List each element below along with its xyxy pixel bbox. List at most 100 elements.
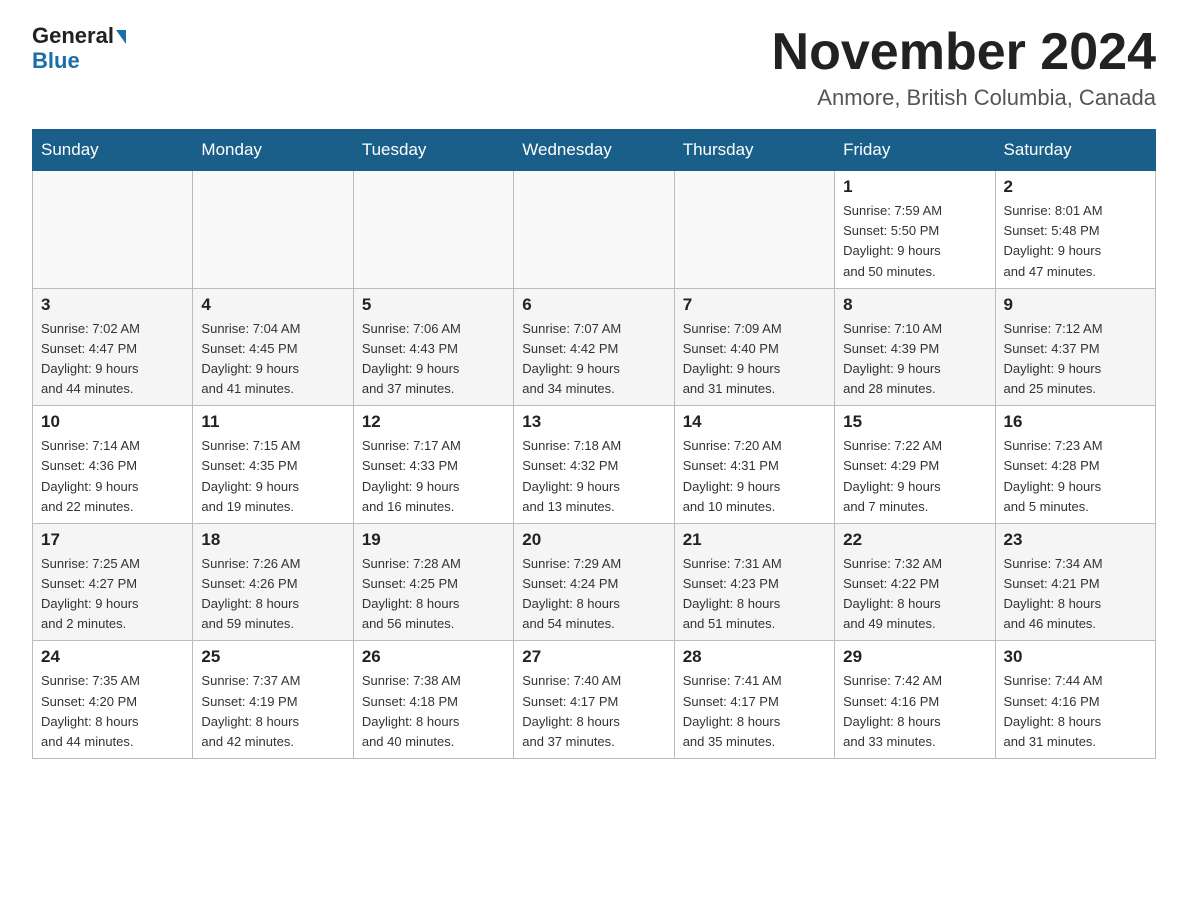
day-number: 5	[362, 295, 505, 315]
day-cell: 16Sunrise: 7:23 AM Sunset: 4:28 PM Dayli…	[995, 406, 1155, 524]
day-cell: 15Sunrise: 7:22 AM Sunset: 4:29 PM Dayli…	[835, 406, 995, 524]
day-cell: 28 Sunrise: 7:41 AM Sunset: 4:17 PM Dayli…	[674, 641, 834, 759]
logo-general: General	[32, 24, 126, 48]
day-cell: 17 Sunrise: 7:25 AM Sunset: 4:27 PM Dayli…	[33, 523, 193, 641]
col-header-friday: Friday	[835, 130, 995, 171]
main-title: November 2024	[772, 24, 1156, 81]
day-number: 21	[683, 530, 826, 550]
day-info: Sunrise: 7:07 AM Sunset: 4:42 PM Dayligh…	[522, 319, 665, 400]
day-info: Sunrise: 7:06 AM Sunset: 4:43 PM Dayligh…	[362, 319, 505, 400]
calendar-header: SundayMondayTuesdayWednesdayThursdayFrid…	[33, 130, 1156, 171]
day-info: Sunrise: 7:14 AM Sunset: 4:36 PM Dayligh…	[41, 436, 184, 517]
week-row-2: 3Sunrise: 7:02 AM Sunset: 4:47 PM Daylig…	[33, 288, 1156, 406]
day-info: Sunrise: 7:32 AM Sunset: 4:22 PM Dayligh…	[843, 554, 986, 635]
day-cell: 25 Sunrise: 7:37 AM Sunset: 4:19 PM Dayli…	[193, 641, 353, 759]
day-info: Sunrise: 7:29 AM Sunset: 4:24 PM Dayligh…	[522, 554, 665, 635]
col-header-monday: Monday	[193, 130, 353, 171]
subtitle: Anmore, British Columbia, Canada	[772, 85, 1156, 111]
day-number: 11	[201, 412, 344, 432]
day-info: Sunrise: 7:12 AM Sunset: 4:37 PM Dayligh…	[1004, 319, 1147, 400]
col-header-tuesday: Tuesday	[353, 130, 513, 171]
day-number: 23	[1004, 530, 1147, 550]
day-number: 2	[1004, 177, 1147, 197]
day-number: 13	[522, 412, 665, 432]
day-cell	[33, 171, 193, 289]
day-info: Sunrise: 7:42 AM Sunset: 4:16 PM Dayligh…	[843, 671, 986, 752]
day-number: 1	[843, 177, 986, 197]
day-number: 30	[1004, 647, 1147, 667]
day-number: 28	[683, 647, 826, 667]
day-info: Sunrise: 7:59 AM Sunset: 5:50 PM Dayligh…	[843, 201, 986, 282]
day-info: Sunrise: 7:15 AM Sunset: 4:35 PM Dayligh…	[201, 436, 344, 517]
day-cell: 14 Sunrise: 7:20 AM Sunset: 4:31 PM Dayli…	[674, 406, 834, 524]
day-info: Sunrise: 7:09 AM Sunset: 4:40 PM Dayligh…	[683, 319, 826, 400]
day-number: 27	[522, 647, 665, 667]
day-cell: 13 Sunrise: 7:18 AM Sunset: 4:32 PM Dayli…	[514, 406, 674, 524]
day-info: Sunrise: 8:01 AM Sunset: 5:48 PM Dayligh…	[1004, 201, 1147, 282]
day-cell: 18Sunrise: 7:26 AM Sunset: 4:26 PM Dayli…	[193, 523, 353, 641]
header-row: SundayMondayTuesdayWednesdayThursdayFrid…	[33, 130, 1156, 171]
day-cell: 23 Sunrise: 7:34 AM Sunset: 4:21 PM Dayli…	[995, 523, 1155, 641]
col-header-wednesday: Wednesday	[514, 130, 674, 171]
day-info: Sunrise: 7:28 AM Sunset: 4:25 PM Dayligh…	[362, 554, 505, 635]
day-cell	[674, 171, 834, 289]
week-row-5: 24Sunrise: 7:35 AM Sunset: 4:20 PM Dayli…	[33, 641, 1156, 759]
day-number: 17	[41, 530, 184, 550]
day-cell: 29 Sunrise: 7:42 AM Sunset: 4:16 PM Dayli…	[835, 641, 995, 759]
day-info: Sunrise: 7:38 AM Sunset: 4:18 PM Dayligh…	[362, 671, 505, 752]
day-cell: 7Sunrise: 7:09 AM Sunset: 4:40 PM Daylig…	[674, 288, 834, 406]
calendar-table: SundayMondayTuesdayWednesdayThursdayFrid…	[32, 129, 1156, 759]
day-cell: 19 Sunrise: 7:28 AM Sunset: 4:25 PM Dayli…	[353, 523, 513, 641]
day-number: 19	[362, 530, 505, 550]
day-number: 3	[41, 295, 184, 315]
day-cell: 10 Sunrise: 7:14 AM Sunset: 4:36 PM Dayli…	[33, 406, 193, 524]
col-header-thursday: Thursday	[674, 130, 834, 171]
day-number: 24	[41, 647, 184, 667]
day-cell: 4Sunrise: 7:04 AM Sunset: 4:45 PM Daylig…	[193, 288, 353, 406]
day-cell: 24Sunrise: 7:35 AM Sunset: 4:20 PM Dayli…	[33, 641, 193, 759]
day-number: 8	[843, 295, 986, 315]
day-number: 20	[522, 530, 665, 550]
day-info: Sunrise: 7:18 AM Sunset: 4:32 PM Dayligh…	[522, 436, 665, 517]
day-cell: 12 Sunrise: 7:17 AM Sunset: 4:33 PM Dayli…	[353, 406, 513, 524]
day-number: 26	[362, 647, 505, 667]
page-header: General Blue November 2024 Anmore, Briti…	[32, 24, 1156, 111]
day-cell: 30 Sunrise: 7:44 AM Sunset: 4:16 PM Dayli…	[995, 641, 1155, 759]
day-number: 18	[201, 530, 344, 550]
day-cell: 22Sunrise: 7:32 AM Sunset: 4:22 PM Dayli…	[835, 523, 995, 641]
col-header-saturday: Saturday	[995, 130, 1155, 171]
week-row-4: 17 Sunrise: 7:25 AM Sunset: 4:27 PM Dayli…	[33, 523, 1156, 641]
day-info: Sunrise: 7:17 AM Sunset: 4:33 PM Dayligh…	[362, 436, 505, 517]
day-number: 6	[522, 295, 665, 315]
day-cell: 1 Sunrise: 7:59 AM Sunset: 5:50 PM Daylig…	[835, 171, 995, 289]
day-number: 9	[1004, 295, 1147, 315]
day-info: Sunrise: 7:41 AM Sunset: 4:17 PM Dayligh…	[683, 671, 826, 752]
day-info: Sunrise: 7:40 AM Sunset: 4:17 PM Dayligh…	[522, 671, 665, 752]
day-info: Sunrise: 7:20 AM Sunset: 4:31 PM Dayligh…	[683, 436, 826, 517]
logo-triangle-icon	[116, 30, 126, 44]
day-cell: 2 Sunrise: 8:01 AM Sunset: 5:48 PM Daylig…	[995, 171, 1155, 289]
day-cell	[353, 171, 513, 289]
day-info: Sunrise: 7:04 AM Sunset: 4:45 PM Dayligh…	[201, 319, 344, 400]
day-number: 10	[41, 412, 184, 432]
day-number: 29	[843, 647, 986, 667]
day-info: Sunrise: 7:10 AM Sunset: 4:39 PM Dayligh…	[843, 319, 986, 400]
week-row-3: 10 Sunrise: 7:14 AM Sunset: 4:36 PM Dayli…	[33, 406, 1156, 524]
day-number: 12	[362, 412, 505, 432]
day-cell: 27 Sunrise: 7:40 AM Sunset: 4:17 PM Dayli…	[514, 641, 674, 759]
day-cell: 20 Sunrise: 7:29 AM Sunset: 4:24 PM Dayli…	[514, 523, 674, 641]
day-number: 14	[683, 412, 826, 432]
day-info: Sunrise: 7:31 AM Sunset: 4:23 PM Dayligh…	[683, 554, 826, 635]
day-cell: 8 Sunrise: 7:10 AM Sunset: 4:39 PM Daylig…	[835, 288, 995, 406]
day-cell: 26 Sunrise: 7:38 AM Sunset: 4:18 PM Dayli…	[353, 641, 513, 759]
day-info: Sunrise: 7:22 AM Sunset: 4:29 PM Dayligh…	[843, 436, 986, 517]
day-cell	[193, 171, 353, 289]
day-cell: 9 Sunrise: 7:12 AM Sunset: 4:37 PM Daylig…	[995, 288, 1155, 406]
day-number: 25	[201, 647, 344, 667]
day-info: Sunrise: 7:44 AM Sunset: 4:16 PM Dayligh…	[1004, 671, 1147, 752]
day-info: Sunrise: 7:25 AM Sunset: 4:27 PM Dayligh…	[41, 554, 184, 635]
logo: General Blue	[32, 24, 126, 74]
day-cell: 3Sunrise: 7:02 AM Sunset: 4:47 PM Daylig…	[33, 288, 193, 406]
day-info: Sunrise: 7:37 AM Sunset: 4:19 PM Dayligh…	[201, 671, 344, 752]
day-info: Sunrise: 7:34 AM Sunset: 4:21 PM Dayligh…	[1004, 554, 1147, 635]
